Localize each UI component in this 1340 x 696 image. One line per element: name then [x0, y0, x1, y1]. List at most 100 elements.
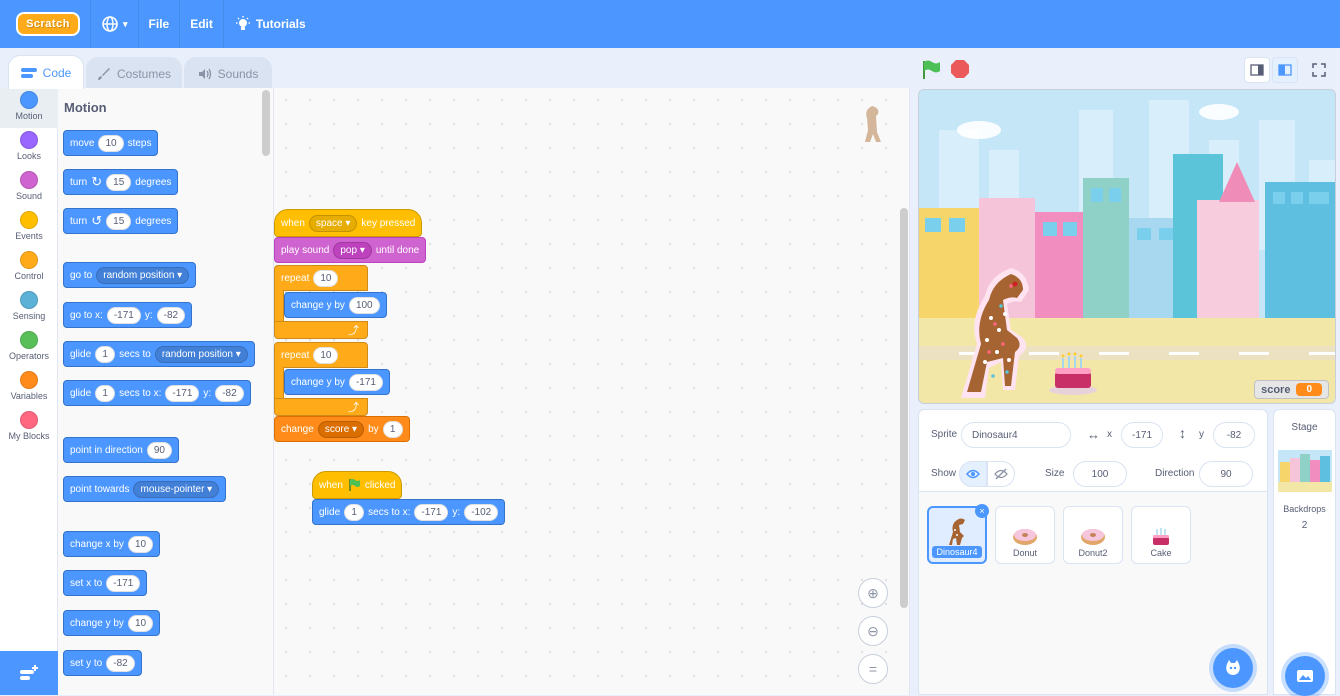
scratch-logo[interactable]: Scratch: [16, 12, 80, 36]
tutorials-button[interactable]: Tutorials: [222, 0, 316, 48]
stage-canvas[interactable]: score 0: [918, 89, 1336, 404]
sprite-tile-donut[interactable]: Donut: [995, 506, 1055, 564]
block-repeat[interactable]: repeat 10: [274, 265, 368, 291]
block-change-x[interactable]: change x by 10: [63, 531, 161, 557]
block-go-to[interactable]: go to random position ▾: [63, 262, 197, 288]
block-change-y[interactable]: change y by 100: [284, 292, 387, 318]
block-input[interactable]: 10: [313, 346, 339, 364]
add-extension-button[interactable]: [0, 651, 58, 695]
size-field[interactable]: 100: [1073, 461, 1127, 487]
show-hidden-button[interactable]: [987, 461, 1015, 487]
category-control[interactable]: Control: [0, 248, 58, 288]
zoom-in-button[interactable]: ⊕: [858, 578, 888, 608]
small-stage-button[interactable]: [1244, 57, 1270, 83]
block-input[interactable]: 10: [313, 269, 339, 287]
edit-menu[interactable]: Edit: [179, 0, 223, 48]
fullscreen-button[interactable]: [1306, 57, 1332, 83]
block-input[interactable]: -171: [165, 384, 200, 402]
block-play-sound-until-done[interactable]: play sound pop ▾ until done: [274, 237, 427, 263]
category-looks[interactable]: Looks: [0, 128, 58, 168]
block-input[interactable]: -82: [106, 654, 135, 672]
category-sensing[interactable]: Sensing: [0, 288, 58, 328]
block-glide-to[interactable]: glide 1 secs to random position ▾: [63, 341, 255, 367]
block-set-y[interactable]: set y to -82: [63, 650, 142, 676]
block-point-in-direction[interactable]: point in direction 90: [63, 437, 179, 463]
zoom-reset-button[interactable]: =: [858, 654, 888, 684]
direction-field[interactable]: 90: [1199, 461, 1253, 487]
block-text: degrees: [135, 215, 172, 227]
block-input[interactable]: 10: [127, 614, 154, 632]
zoom-out-icon: ⊖: [867, 622, 879, 639]
block-dropdown[interactable]: score ▾: [317, 420, 365, 438]
large-stage-button[interactable]: [1272, 57, 1298, 83]
block-change-y[interactable]: change y by -171: [284, 369, 390, 395]
green-flag-icon[interactable]: [920, 59, 942, 81]
block-input[interactable]: 90: [146, 441, 172, 459]
block-input[interactable]: -102: [464, 503, 499, 521]
category-my-blocks[interactable]: My Blocks: [0, 408, 58, 448]
add-sprite-button[interactable]: [1213, 648, 1253, 688]
block-dropdown[interactable]: mouse-pointer ▾: [133, 480, 220, 498]
show-visible-button[interactable]: [959, 461, 987, 487]
block-turn-left[interactable]: turn ↺ 15 degrees: [63, 208, 179, 234]
block-dropdown[interactable]: space ▾: [308, 214, 358, 232]
palette-scrollbar[interactable]: [262, 90, 270, 156]
hat-when-flag-clicked[interactable]: when clicked: [312, 471, 403, 499]
category-sound[interactable]: Sound: [0, 168, 58, 208]
block-point-towards[interactable]: point towards mouse-pointer ▾: [63, 476, 227, 502]
block-input[interactable]: -171: [106, 574, 141, 592]
block-input[interactable]: 10: [127, 535, 154, 553]
tab-costumes[interactable]: Costumes: [86, 57, 182, 89]
block-input[interactable]: 1: [95, 345, 116, 363]
stop-icon[interactable]: [950, 59, 970, 79]
file-menu[interactable]: File: [137, 0, 180, 48]
block-dropdown[interactable]: pop ▾: [333, 241, 372, 259]
block-change-y[interactable]: change y by 10: [63, 610, 161, 636]
block-input[interactable]: -82: [215, 384, 244, 402]
category-motion[interactable]: Motion: [0, 88, 58, 128]
block-move-steps[interactable]: move 10 steps: [63, 130, 159, 156]
block-input[interactable]: 10: [98, 134, 124, 152]
block-glide-to-xy[interactable]: glide 1 secs to x: -171 y: -102: [312, 499, 506, 525]
stage-target-pane[interactable]: Stage Backdrops 2: [1273, 409, 1336, 696]
sprite-tile-dinosaur4[interactable]: Dinosaur4 ×: [927, 504, 989, 564]
backdrops-count: 2: [1301, 520, 1308, 531]
block-turn-right[interactable]: turn ↻ 15 degrees: [63, 169, 179, 195]
tab-code[interactable]: Code: [8, 55, 84, 89]
block-input[interactable]: 1: [95, 384, 116, 402]
block-input[interactable]: -171: [106, 306, 141, 324]
sprite-tile-donut2[interactable]: Donut2: [1063, 506, 1123, 564]
block-dropdown[interactable]: random position ▾: [96, 266, 190, 284]
category-operators[interactable]: Operators: [0, 328, 58, 368]
block-input[interactable]: 100: [348, 296, 380, 314]
block-set-x[interactable]: set x to -171: [63, 570, 148, 596]
workspace-scrollbar[interactable]: [900, 208, 908, 608]
block-input[interactable]: 15: [106, 212, 132, 230]
language-menu[interactable]: ▾: [90, 0, 138, 48]
x-field[interactable]: -171: [1121, 422, 1163, 448]
category-variables[interactable]: Variables: [0, 368, 58, 408]
block-input[interactable]: 1: [344, 503, 365, 521]
y-field[interactable]: -82: [1213, 422, 1255, 448]
script-workspace[interactable]: when space ▾ key pressed play sound pop ▾ un…: [274, 88, 910, 695]
block-go-to-xy[interactable]: go to x: -171 y: -82: [63, 302, 193, 328]
hat-when-key-pressed[interactable]: when space ▾ key pressed: [274, 209, 423, 237]
block-input[interactable]: -171: [348, 373, 383, 391]
zoom-out-button[interactable]: ⊖: [858, 616, 888, 646]
tab-sounds[interactable]: Sounds: [184, 57, 272, 89]
add-backdrop-button[interactable]: [1285, 656, 1325, 696]
block-input[interactable]: 1: [382, 420, 403, 438]
dropdown-value: score: [324, 423, 350, 435]
block-change-variable[interactable]: change score ▾ by 1: [274, 416, 410, 442]
block-glide-to-xy[interactable]: glide 1 secs to x: -171 y: -82: [63, 380, 251, 406]
sprite-name-field[interactable]: Dinosaur4: [961, 422, 1071, 448]
sprite-tile-cake[interactable]: Cake: [1131, 506, 1191, 564]
block-dropdown[interactable]: random position ▾: [154, 345, 248, 363]
delete-sprite-button[interactable]: ×: [975, 504, 989, 518]
block-input[interactable]: 15: [106, 173, 132, 191]
block-text: change y by: [291, 376, 345, 388]
block-repeat[interactable]: repeat 10: [274, 342, 368, 368]
block-input[interactable]: -171: [414, 503, 449, 521]
block-input[interactable]: -82: [156, 306, 186, 324]
category-events[interactable]: Events: [0, 208, 58, 248]
